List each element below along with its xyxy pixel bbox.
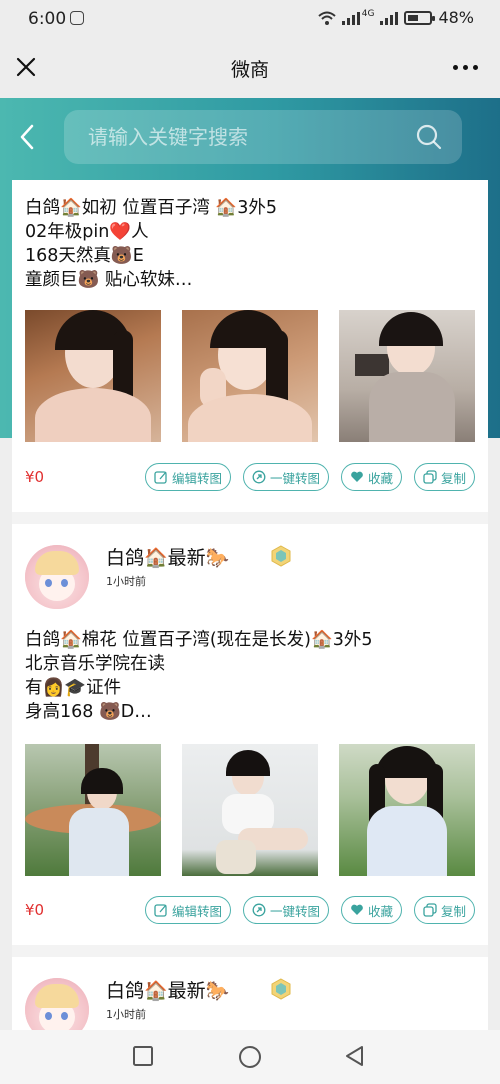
post-line: 身高168 🐻D…	[25, 702, 152, 722]
post-line: 童颜巨🐻 贴心软妹…	[25, 270, 193, 290]
battery-icon	[404, 10, 436, 25]
copy-label: 复制	[440, 470, 466, 486]
copy-icon	[423, 470, 437, 484]
poster-name: 白鸽🏠最新🐎	[106, 980, 230, 1002]
divider	[12, 512, 488, 524]
edit-image-button[interactable]: 编辑转图	[144, 463, 231, 491]
post-line: 北京音乐学院在读	[25, 654, 165, 674]
one-click-image-button[interactable]: 一键转图	[242, 463, 329, 491]
price: ¥0	[25, 468, 45, 486]
search-bar[interactable]	[64, 110, 462, 164]
copy-button[interactable]: 复制	[413, 896, 475, 924]
notification-icon	[70, 11, 84, 25]
post-line: 白鸽🏠棉花 位置百子湾(现在是长发)🏠3外5	[25, 630, 373, 650]
system-nav-bar	[0, 1030, 500, 1084]
back-icon[interactable]	[16, 122, 38, 152]
status-right: 4G 48%	[318, 8, 474, 27]
copy-label: 复制	[440, 903, 466, 919]
one-click-image-label: 一键转图	[269, 903, 320, 919]
status-time: 6:00	[28, 9, 67, 29]
heart-icon	[351, 471, 363, 482]
post-photo[interactable]	[25, 744, 161, 876]
favorite-button[interactable]: 收藏	[340, 896, 402, 924]
post-photo[interactable]	[182, 310, 318, 442]
wifi-icon	[318, 11, 336, 25]
more-icon[interactable]	[453, 65, 478, 70]
post-photo[interactable]	[182, 744, 318, 876]
post-line: 有👩🎓证件	[25, 678, 122, 698]
post-photo[interactable]	[339, 744, 475, 876]
post-time: 1小时前	[106, 575, 146, 588]
copy-button[interactable]: 复制	[413, 463, 475, 491]
nav-circle-icon[interactable]	[238, 1045, 262, 1069]
poster-header: 白鸽🏠最新🐎 1小时前	[25, 978, 475, 1030]
signal-icon-2	[380, 11, 399, 25]
nav-square-icon[interactable]	[132, 1045, 154, 1067]
edit-image-button[interactable]: 编辑转图	[144, 896, 231, 924]
edit-image-label: 编辑转图	[171, 903, 222, 919]
title-bar: 微商	[0, 38, 500, 98]
edit-image-label: 编辑转图	[171, 470, 222, 486]
vip-badge-icon	[271, 545, 291, 567]
nav-triangle-icon[interactable]	[344, 1045, 366, 1067]
network-type: 4G	[361, 8, 375, 19]
photo-grid	[25, 744, 475, 876]
post-text: 白鸽🏠如初 位置百子湾 🏠3外5 02年极pin❤️人 168天然真🐻E 童颜巨…	[25, 196, 277, 292]
post-line: 02年极pin❤️人	[25, 222, 149, 242]
avatar[interactable]	[25, 545, 89, 609]
share-icon	[252, 470, 266, 484]
feed: 白鸽🏠如初 位置百子湾 🏠3外5 02年极pin❤️人 168天然真🐻E 童颜巨…	[12, 180, 488, 1030]
photo-grid	[25, 310, 475, 442]
poster-name: 白鸽🏠最新🐎	[106, 547, 230, 569]
heart-icon	[351, 904, 363, 915]
post-photo[interactable]	[339, 310, 475, 442]
search-icon[interactable]	[416, 124, 442, 150]
one-click-image-button[interactable]: 一键转图	[242, 896, 329, 924]
battery-percent: 48%	[438, 8, 474, 27]
page-title: 微商	[230, 59, 269, 81]
vip-badge-icon	[271, 978, 291, 1000]
poster-header: 白鸽🏠最新🐎 1小时前	[25, 545, 475, 609]
post-line: 168天然真🐻E	[25, 246, 144, 266]
signal-icon	[341, 11, 360, 25]
post-actions: 编辑转图 一键转图 收藏 复制	[144, 896, 475, 924]
status-bar: 6:00 4G 48%	[0, 0, 500, 38]
one-click-image-label: 一键转图	[269, 470, 320, 486]
divider	[12, 945, 488, 957]
favorite-button[interactable]: 收藏	[340, 463, 402, 491]
share-icon	[252, 903, 266, 917]
favorite-label: 收藏	[367, 470, 393, 486]
price: ¥0	[25, 901, 45, 919]
edit-icon	[154, 471, 167, 484]
post-actions: 编辑转图 一键转图 收藏 复制	[144, 463, 475, 491]
avatar[interactable]	[25, 978, 89, 1030]
post-photo[interactable]	[25, 310, 161, 442]
post-line: 白鸽🏠如初 位置百子湾 🏠3外5	[25, 198, 277, 218]
search-input[interactable]	[88, 110, 388, 164]
post-text: 白鸽🏠棉花 位置百子湾(现在是长发)🏠3外5 北京音乐学院在读 有👩🎓证件 身高…	[25, 628, 373, 724]
post-time: 1小时前	[106, 1008, 146, 1021]
favorite-label: 收藏	[367, 903, 393, 919]
copy-icon	[423, 903, 437, 917]
edit-icon	[154, 904, 167, 917]
